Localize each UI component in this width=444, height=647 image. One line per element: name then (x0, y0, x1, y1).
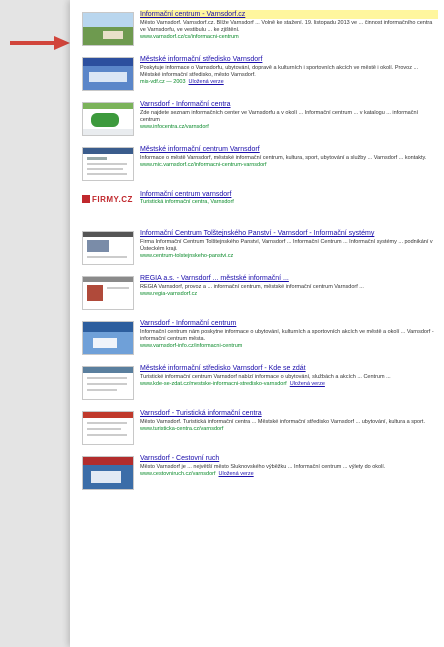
result-title-link[interactable]: Informační Centrum Tolštejnského Panství… (140, 229, 438, 238)
search-result: REGIA a.s. - Varnsdorf ... městské infor… (82, 274, 438, 310)
result-title-link[interactable]: Informační centrum - Varnsdorf.cz (140, 10, 438, 19)
result-url[interactable]: www.mic.varnsdorf.cz/informacni-centrum-… (140, 162, 438, 169)
result-title-link[interactable]: Městské informační centrum Varnsdorf (140, 145, 438, 154)
result-snippet: Město Varnsdorf je ... největší město Šl… (140, 464, 386, 470)
result-snippet: Město Varnsdorf. Turistická informační c… (140, 419, 425, 425)
search-result: FIRMY.CZ Informační centrum varnsdorf Tu… (82, 190, 438, 206)
result-thumbnail[interactable] (82, 456, 134, 490)
cached-link[interactable]: Uložená verze (189, 79, 224, 85)
search-result: Varnsdorf - Turistická informační centra… (82, 409, 438, 445)
result-thumbnail[interactable] (82, 57, 134, 91)
result-url[interactable]: Turistická informační centra, Varnsdorf (140, 199, 438, 206)
result-snippet: Firma Informační Centrum Tolštejnského P… (140, 239, 433, 252)
firmy-logo[interactable]: FIRMY.CZ (82, 192, 134, 206)
search-result: Městské informační středisko Varnsdorf -… (82, 364, 438, 400)
result-thumbnail[interactable] (82, 366, 134, 400)
result-title-link[interactable]: Varnsdorf - Cestovní ruch (140, 454, 438, 463)
result-thumbnail[interactable] (82, 276, 134, 310)
result-snippet: Zde najdete seznam informačních center v… (140, 110, 419, 123)
result-url[interactable]: www.varnsdorf.cz/cs/informacni-centrum (140, 34, 438, 41)
search-result: Varnsdorf - Cestovní ruch Město Varnsdor… (82, 454, 438, 490)
result-thumbnail[interactable] (82, 12, 134, 46)
result-url[interactable]: mis-vdf.cz — 2003 Uložená verze (140, 79, 438, 86)
result-title-link[interactable]: REGIA a.s. - Varnsdorf ... městské infor… (140, 274, 438, 283)
result-thumbnail[interactable] (82, 411, 134, 445)
result-snippet: Město Varnsdorf. Varnsdorf.cz. Blíže Var… (140, 20, 433, 33)
cached-link[interactable]: Uložená verze (219, 471, 254, 477)
result-snippet: Turistické informační centrum Varnsdorf … (140, 374, 391, 380)
result-url[interactable]: www.turisticka-centra.cz/varnsdorf (140, 426, 438, 433)
result-title-link[interactable]: Městské informační středisko Varnsdorf (140, 55, 438, 64)
result-title-link[interactable]: Varnsdorf - Informační centra (140, 100, 438, 109)
result-title-link[interactable]: Varnsdorf - Turistická informační centra (140, 409, 438, 418)
result-title-link[interactable]: Informační centrum varnsdorf (140, 190, 438, 199)
search-result: Městské informační centrum Varnsdorf Inf… (82, 145, 438, 181)
search-result: Varnsdorf - Informační centrum Informačn… (82, 319, 438, 355)
result-title-link[interactable]: Varnsdorf - Informační centrum (140, 319, 438, 328)
result-snippet: Informační centrum nám poskytne informac… (140, 329, 434, 342)
search-result: Informační Centrum Tolštejnského Panství… (82, 229, 438, 265)
result-snippet: Informace o městě Varnsdorf, městské inf… (140, 155, 427, 161)
arrow-shaft (10, 41, 56, 45)
result-url[interactable]: www.varnsdorf-info.cz/informacni-centrum (140, 343, 438, 350)
result-snippet: REGIA Varnsdorf, provoz a ... informační… (140, 284, 364, 290)
result-thumbnail[interactable] (82, 231, 134, 265)
result-url[interactable]: www.cestovniruch.cz/varnsdorf Uložená ver… (140, 471, 438, 478)
result-title-link[interactable]: Městské informační středisko Varnsdorf -… (140, 364, 438, 373)
result-thumbnail[interactable] (82, 321, 134, 355)
cached-link[interactable]: Uložená verze (290, 381, 325, 387)
result-url[interactable]: www.centrum-tolstejnskeho-panstvi.cz (140, 253, 438, 260)
search-result: Varnsdorf - Informační centra Zde najdet… (82, 100, 438, 136)
result-url[interactable]: www.regia-varnsdorf.cz (140, 291, 438, 298)
arrow-head (54, 36, 70, 50)
result-url[interactable]: www.kde-se-zdat.cz/mestske-informacni-st… (140, 381, 438, 388)
search-results-page: Informační centrum - Varnsdorf.cz Město … (70, 0, 444, 647)
search-result: Městské informační středisko Varnsdorf P… (82, 55, 438, 91)
result-thumbnail[interactable] (82, 102, 134, 136)
pointer-arrow (10, 36, 70, 50)
search-result: Informační centrum - Varnsdorf.cz Město … (82, 10, 438, 46)
result-snippet: Poskytuje informace o Varnsdorfu, ubytov… (140, 65, 419, 78)
result-url[interactable]: www.infocentra.cz/varnsdorf (140, 124, 438, 131)
result-thumbnail[interactable] (82, 147, 134, 181)
